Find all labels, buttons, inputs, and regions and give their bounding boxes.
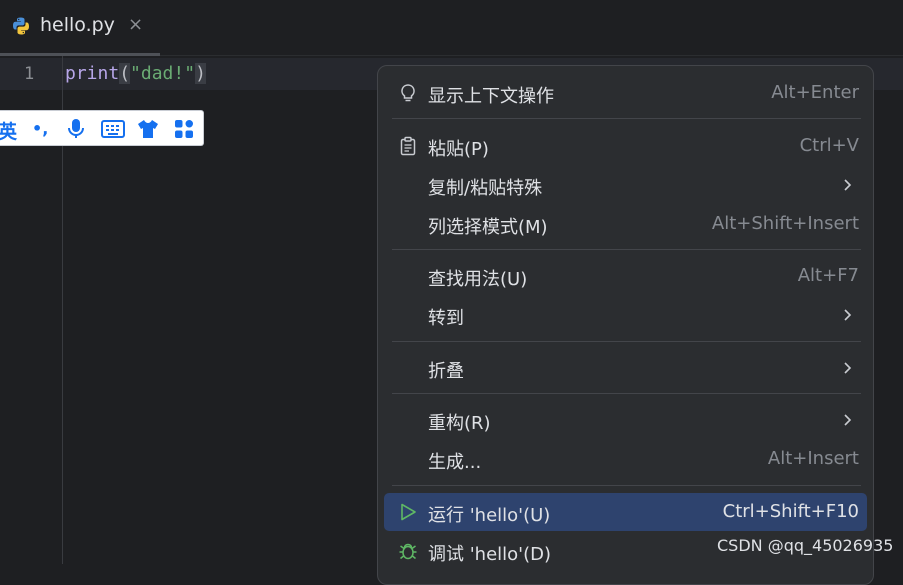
menu-item-label: 列选择模式(M) [428, 217, 548, 238]
code-function: print [65, 63, 120, 84]
code-paren-close: ) [195, 63, 206, 84]
lightbulb-icon [401, 84, 415, 102]
menu-item-copy-paste-special[interactable]: 复制/粘贴特殊 [384, 166, 867, 204]
chevron-right-icon [844, 179, 852, 191]
chevron-right-icon [844, 362, 852, 374]
menu-item-folding[interactable]: 折叠 [384, 349, 867, 387]
tab-label: hello.py [40, 14, 115, 36]
apps-icon[interactable] [174, 119, 194, 139]
menu-item-column-selection-mode[interactable]: 列选择模式(M) Alt+Shift+Insert [384, 205, 867, 243]
menu-separator [392, 485, 861, 486]
menu-separator [392, 341, 861, 342]
chevron-right-icon [844, 309, 852, 321]
ime-mode-toggle[interactable]: 英 [0, 117, 17, 144]
microphone-icon[interactable] [67, 118, 85, 140]
menu-item-find-usages[interactable]: 查找用法(U) Alt+F7 [384, 257, 867, 295]
menu-item-show-context-actions[interactable]: 显示上下文操作 Alt+Enter [384, 74, 867, 112]
debug-icon [399, 543, 417, 560]
menu-item-shortcut: Alt+F7 [797, 265, 859, 286]
close-icon[interactable]: × [128, 14, 143, 35]
menu-item-label: 生成... [428, 452, 482, 473]
menu-item-run-hello[interactable]: 运行 'hello'(U) Ctrl+Shift+F10 [384, 493, 867, 531]
code-paren-open: ( [119, 63, 131, 84]
python-file-icon [13, 17, 29, 35]
menu-item-label: 转到 [428, 308, 464, 329]
menu-separator [392, 249, 861, 250]
code-string: "dad!" [130, 63, 196, 84]
menu-separator [392, 393, 861, 394]
ime-toolbar: 英 •, [0, 110, 204, 146]
chevron-right-icon [844, 414, 852, 426]
skin-icon[interactable] [137, 118, 159, 140]
tab-hello-py[interactable]: hello.py × [0, 0, 160, 56]
menu-item-label: 重构(R) [428, 413, 491, 434]
watermark-text: CSDN @qq_45026935 [717, 536, 894, 555]
menu-item-label: 调试 'hello'(D) [428, 544, 552, 565]
clipboard-icon [400, 136, 416, 156]
menu-item-shortcut: Alt+Insert [767, 448, 859, 469]
editor-tab-bar: hello.py × [0, 0, 903, 56]
menu-item-label: 运行 'hello'(U) [428, 505, 551, 526]
menu-item-shortcut: Ctrl+V [799, 135, 859, 156]
menu-item-shortcut: Ctrl+Shift+F10 [722, 501, 859, 522]
menu-item-shortcut: Alt+Enter [771, 82, 859, 103]
line-number: 1 [24, 64, 35, 84]
menu-item-refactor[interactable]: 重构(R) [384, 401, 867, 439]
ime-punctuation-toggle[interactable]: •, [32, 119, 48, 138]
menu-item-label: 折叠 [428, 361, 464, 382]
menu-item-label: 复制/粘贴特殊 [428, 178, 543, 199]
menu-item-goto[interactable]: 转到 [384, 296, 867, 334]
menu-item-generate[interactable]: 生成... Alt+Insert [384, 440, 867, 478]
context-menu: 显示上下文操作 Alt+Enter 粘贴(P) Ctrl+V 复制/粘贴特殊 列… [377, 65, 874, 585]
menu-item-label: 查找用法(U) [428, 269, 528, 290]
run-icon [401, 503, 416, 521]
menu-item-paste[interactable]: 粘贴(P) Ctrl+V [384, 127, 867, 165]
menu-item-shortcut: Alt+Shift+Insert [711, 213, 859, 234]
code-line[interactable]: print("dad!") [65, 63, 206, 84]
menu-separator [392, 118, 861, 119]
keyboard-icon[interactable] [101, 120, 125, 138]
menu-item-label: 显示上下文操作 [428, 86, 554, 107]
menu-item-label: 粘贴(P) [428, 139, 489, 160]
